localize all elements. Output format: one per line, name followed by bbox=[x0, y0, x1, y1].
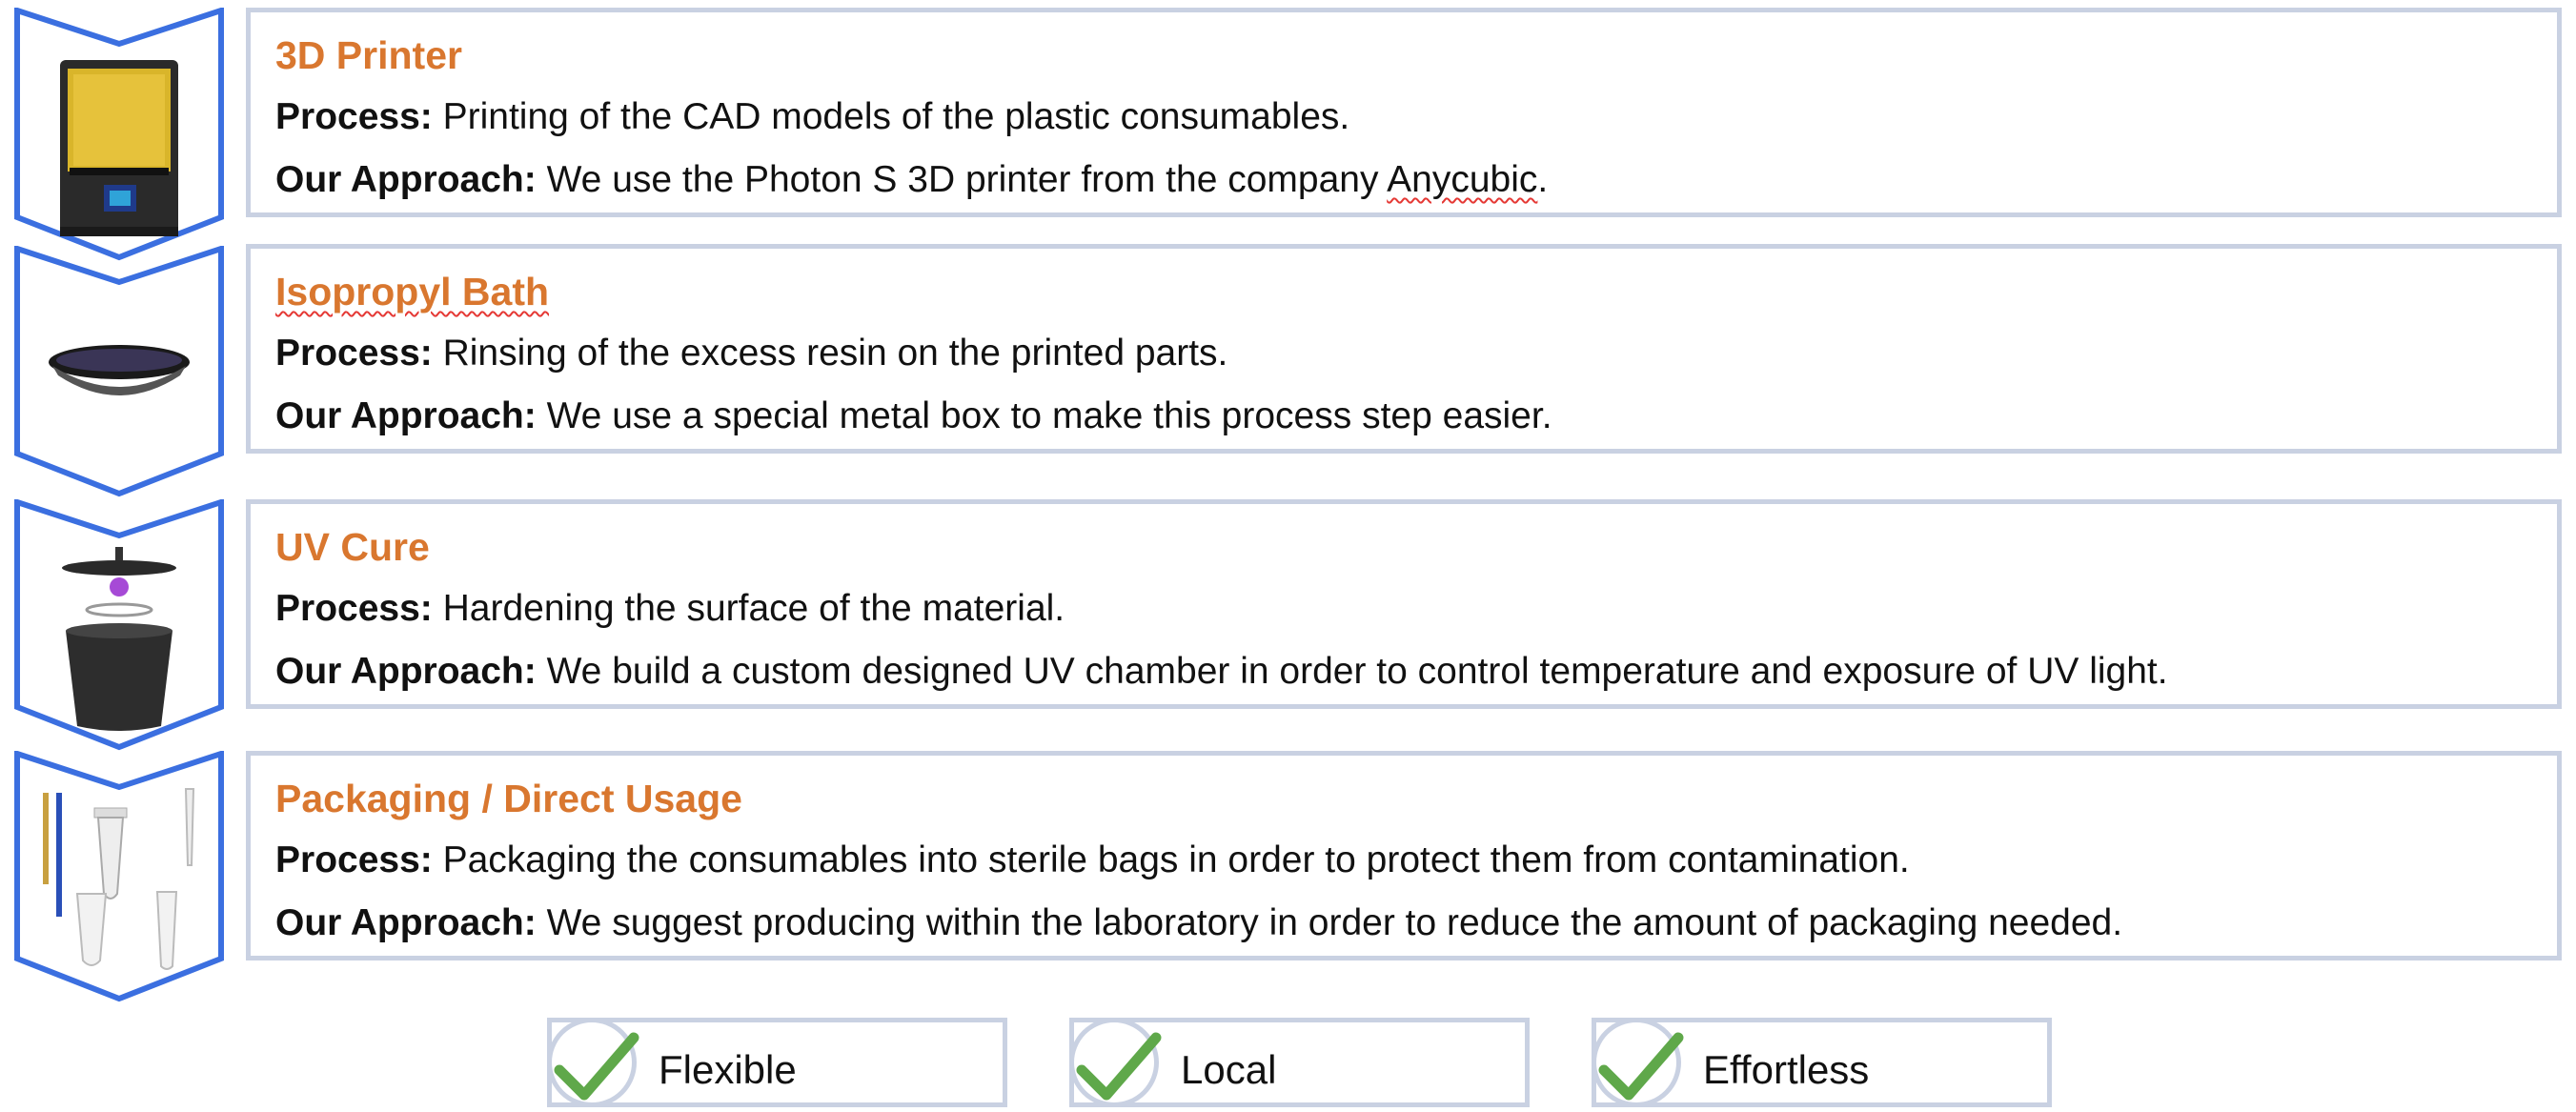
step-chevron-3d-printer bbox=[14, 8, 224, 263]
badge-label: Flexible bbox=[659, 1047, 797, 1092]
approach-line: Our Approach: We build a custom designed… bbox=[275, 651, 2168, 693]
process-text: Hardening the surface of the material. bbox=[432, 588, 1065, 629]
checkmark-icon bbox=[1076, 1032, 1162, 1101]
step-card-3d-printer: 3D Printer Process: Printing of the CAD … bbox=[246, 8, 2562, 217]
3d-printer-icon bbox=[60, 60, 178, 236]
uv-lamp-chamber-icon bbox=[62, 547, 176, 731]
spellcheck-flagged-word: Anycubic bbox=[1387, 159, 1538, 200]
process-label: Process: bbox=[275, 333, 433, 374]
badge-label: Effortless bbox=[1703, 1047, 1870, 1092]
approach-line: Our Approach: We use the Photon S 3D pri… bbox=[275, 159, 1548, 201]
process-line: Process: Packaging the consumables into … bbox=[275, 839, 1910, 881]
approach-line: Our Approach: We use a special metal box… bbox=[275, 395, 1552, 437]
approach-text: We use a special metal box to make this … bbox=[536, 395, 1552, 436]
process-text: Rinsing of the excess resin on the print… bbox=[432, 333, 1228, 374]
step-card-uv-cure: UV Cure Process: Hardening the surface o… bbox=[246, 499, 2562, 709]
step-title: Packaging / Direct Usage bbox=[275, 777, 742, 820]
process-label: Process: bbox=[275, 588, 433, 629]
approach-text: We use the Photon S 3D printer from the … bbox=[536, 159, 1388, 200]
badge-label: Local bbox=[1181, 1047, 1277, 1092]
approach-label: Our Approach: bbox=[275, 159, 537, 200]
approach-line: Our Approach: We suggest producing withi… bbox=[275, 902, 2122, 944]
resin-bath-tray-icon bbox=[49, 345, 190, 395]
approach-text: We suggest producing within the laborato… bbox=[536, 902, 2123, 943]
step-title: 3D Printer bbox=[275, 33, 462, 77]
checkmark-icon bbox=[554, 1032, 639, 1101]
process-text: Printing of the CAD models of the plasti… bbox=[432, 96, 1350, 137]
checkmark-icon bbox=[1598, 1032, 1684, 1101]
badge-flexible: Flexible bbox=[547, 1018, 1007, 1107]
process-text: Packaging the consumables into sterile b… bbox=[432, 839, 1910, 880]
lab-tubes-icon bbox=[43, 788, 195, 970]
badge-local: Local bbox=[1069, 1018, 1530, 1107]
process-label: Process: bbox=[275, 96, 433, 137]
badge-effortless: Effortless bbox=[1592, 1018, 2052, 1107]
step-chevron-packaging bbox=[14, 751, 224, 1004]
process-line: Process: Rinsing of the excess resin on … bbox=[275, 333, 1227, 374]
approach-label: Our Approach: bbox=[275, 651, 537, 692]
step-title: Isopropyl Bath bbox=[275, 270, 550, 313]
process-line: Process: Hardening the surface of the ma… bbox=[275, 588, 1065, 630]
step-chevron-isopropyl-bath bbox=[14, 246, 224, 499]
approach-label: Our Approach: bbox=[275, 902, 537, 943]
step-title: UV Cure bbox=[275, 525, 430, 569]
step-card-isopropyl-bath: Isopropyl Bath Process: Rinsing of the e… bbox=[246, 244, 2562, 454]
process-label: Process: bbox=[275, 839, 433, 880]
approach-label: Our Approach: bbox=[275, 395, 537, 436]
step-chevron-uv-cure bbox=[14, 499, 224, 753]
approach-text-end: . bbox=[1537, 159, 1549, 200]
process-line: Process: Printing of the CAD models of t… bbox=[275, 96, 1349, 138]
step-card-packaging: Packaging / Direct Usage Process: Packag… bbox=[246, 751, 2562, 960]
approach-text: We build a custom designed UV chamber in… bbox=[536, 651, 2168, 692]
